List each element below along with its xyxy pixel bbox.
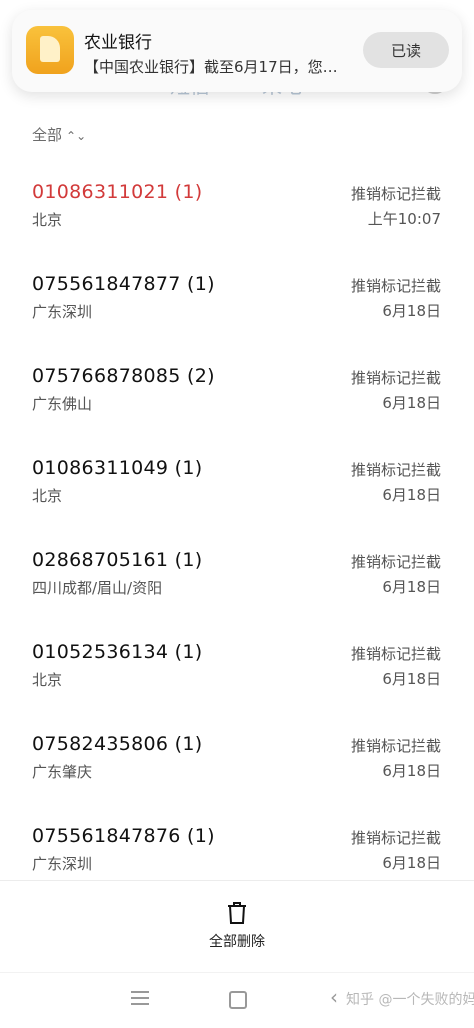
block-reason: 推销标记拦截 xyxy=(350,185,441,203)
list-item[interactable]: 01052536134 (1) 北京 推销标记拦截 6月18日 xyxy=(0,641,474,733)
filter-label: 全部 xyxy=(32,126,63,144)
back-nav-icon[interactable]: ‹ xyxy=(330,985,338,1009)
phone-number: 01086311021 (1) xyxy=(32,181,203,203)
location: 广东佛山 xyxy=(32,395,93,413)
timestamp: 上午10:07 xyxy=(367,210,441,228)
home-icon[interactable] xyxy=(229,991,247,1009)
phone-number: 02868705161 (1) xyxy=(32,549,203,571)
phone-number: 075766878085 (2) xyxy=(32,365,215,387)
location: 四川成都/眉山/资阳 xyxy=(32,579,163,597)
trash-icon[interactable] xyxy=(226,901,248,925)
timestamp: 6月18日 xyxy=(382,578,441,596)
block-reason: 推销标记拦截 xyxy=(350,369,441,387)
mark-read-button[interactable]: 已读 xyxy=(363,32,449,68)
location: 广东肇庆 xyxy=(32,763,93,781)
list-item[interactable]: 07582435806 (1) 广东肇庆 推销标记拦截 6月18日 xyxy=(0,733,474,825)
notification-title: 农业银行 xyxy=(84,33,152,53)
block-reason: 推销标记拦截 xyxy=(350,829,441,847)
timestamp: 6月18日 xyxy=(382,394,441,412)
timestamp: 6月18日 xyxy=(382,762,441,780)
location: 北京 xyxy=(32,487,63,505)
block-reason: 推销标记拦截 xyxy=(350,553,441,571)
list-item[interactable]: 075766878085 (2) 广东佛山 推销标记拦截 6月18日 xyxy=(0,365,474,457)
system-nav-bar: ‹ 知乎 @一个失败的妈妈 xyxy=(0,972,474,1028)
list-item[interactable]: 01086311021 (1) 北京 推销标记拦截 上午10:07 xyxy=(0,181,474,273)
list-item[interactable]: 075561847877 (1) 广东深圳 推销标记拦截 6月18日 xyxy=(0,273,474,365)
filter-dropdown[interactable]: 全部 ⌃⌄ xyxy=(32,124,86,145)
phone-number: 07582435806 (1) xyxy=(32,733,203,755)
notification-banner[interactable]: 农业银行 【中国农业银行】截至6月17日，您… 已读 xyxy=(12,10,462,92)
list-item[interactable]: 02868705161 (1) 四川成都/眉山/资阳 推销标记拦截 6月18日 xyxy=(0,549,474,641)
phone-number: 01086311049 (1) xyxy=(32,457,203,479)
bottom-action-bar: 全部删除 xyxy=(0,880,474,971)
phone-number: 075561847876 (1) xyxy=(32,825,215,847)
block-reason: 推销标记拦截 xyxy=(350,645,441,663)
phone-number: 075561847877 (1) xyxy=(32,273,215,295)
timestamp: 6月18日 xyxy=(382,670,441,688)
location: 北京 xyxy=(32,671,63,689)
location: 北京 xyxy=(32,211,63,229)
block-reason: 推销标记拦截 xyxy=(350,737,441,755)
block-reason: 推销标记拦截 xyxy=(350,277,441,295)
timestamp: 6月18日 xyxy=(382,854,441,872)
chevron-updown-icon: ⌃⌄ xyxy=(66,129,87,143)
timestamp: 6月18日 xyxy=(382,302,441,320)
location: 广东深圳 xyxy=(32,855,93,873)
delete-all-button[interactable]: 全部删除 xyxy=(0,931,474,951)
block-reason: 推销标记拦截 xyxy=(350,461,441,479)
notification-message: 【中国农业银行】截至6月17日，您… xyxy=(84,58,338,76)
bank-app-icon xyxy=(26,26,74,74)
timestamp: 6月18日 xyxy=(382,486,441,504)
menu-icon[interactable] xyxy=(131,991,149,1005)
watermark: 知乎 @一个失败的妈妈 xyxy=(346,992,474,1008)
location: 广东深圳 xyxy=(32,303,93,321)
phone-number: 01052536134 (1) xyxy=(32,641,203,663)
list-item[interactable]: 01086311049 (1) 北京 推销标记拦截 6月18日 xyxy=(0,457,474,549)
